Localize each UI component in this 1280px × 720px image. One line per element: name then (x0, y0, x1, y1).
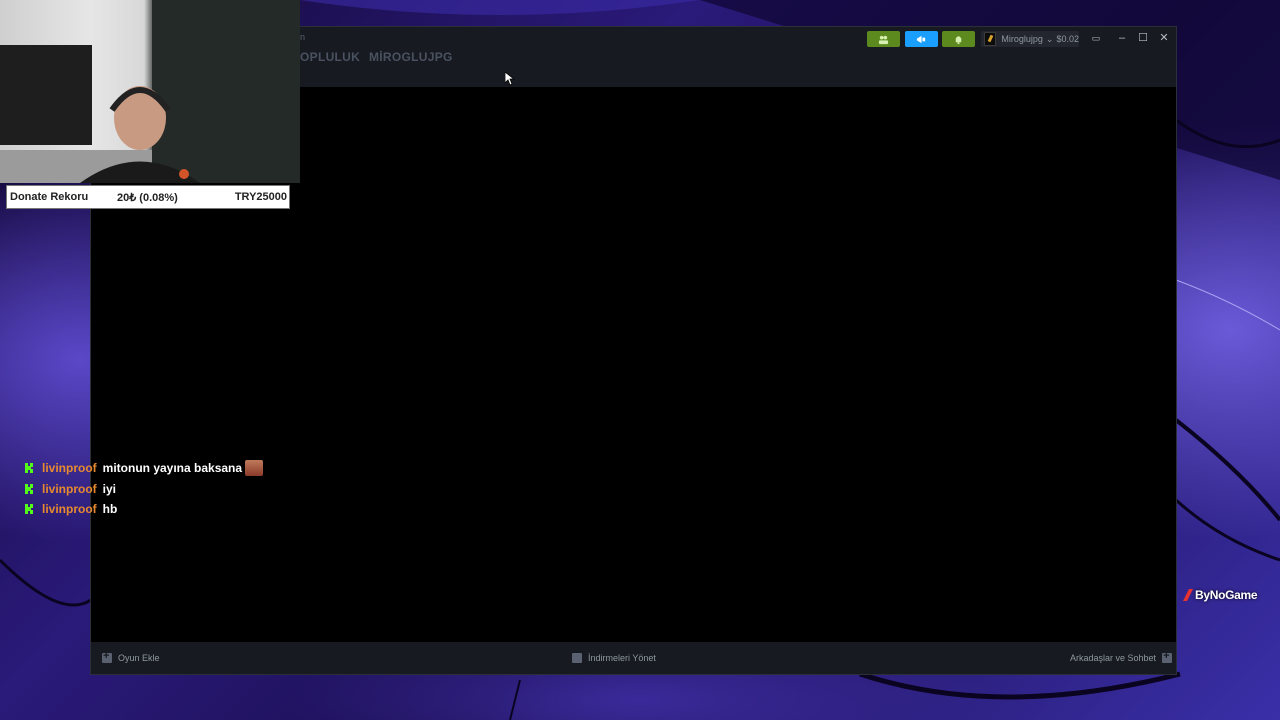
add-game-label: Oyun Ekle (118, 653, 160, 663)
announcements-button[interactable] (905, 31, 938, 47)
chevron-down-icon: ⌄ (1045, 33, 1054, 44)
webcam-feed (0, 0, 300, 183)
download-icon (572, 653, 582, 663)
mouse-cursor-icon (505, 72, 515, 86)
donate-label: Donate Rekoru (10, 191, 89, 203)
avatar (984, 32, 997, 46)
bynogame-watermark: ByNoGame (1183, 588, 1258, 602)
wallet-balance: $0.02 (1056, 34, 1079, 44)
chat-username: livinproof (42, 461, 97, 475)
chat-add-icon (1162, 650, 1173, 663)
announcement-icon (916, 35, 926, 43)
manage-downloads-button[interactable]: İndirmeleri Yönet (572, 653, 656, 663)
kick-badge-icon (25, 504, 33, 514)
manage-downloads-label: İndirmeleri Yönet (588, 653, 656, 663)
account-menu[interactable]: Miroglujpg ⌄ $0.02 (981, 31, 1079, 47)
big-picture-icon[interactable]: ▭ (1087, 30, 1105, 46)
account-name: Miroglujpg (1001, 34, 1043, 44)
chat-text: hb (102, 502, 118, 516)
window-title: n (300, 32, 306, 42)
kick-badge-icon (25, 484, 33, 494)
friends-icon (878, 35, 889, 44)
menu-community[interactable]: OPLULUK (300, 50, 360, 64)
plus-icon (102, 650, 112, 663)
bell-icon (955, 35, 962, 44)
chat-username: livinproof (42, 482, 97, 496)
friends-button[interactable] (867, 31, 900, 47)
status-bar: Oyun Ekle İndirmeleri Yönet Arkadaşlar v… (91, 642, 1176, 674)
webcam-overlay (0, 0, 300, 183)
notifications-button[interactable] (942, 31, 975, 47)
menu-profile[interactable]: MİROGLUJPG (369, 50, 453, 64)
close-button[interactable]: ✕ (1155, 30, 1173, 46)
chat-message: livinproof iyi (24, 480, 116, 498)
bynogame-logo-icon (1183, 589, 1193, 601)
chat-text: mitonun yayına baksana (102, 461, 243, 475)
chat-username: livinproof (42, 502, 97, 516)
kick-badge-icon (25, 463, 33, 473)
donate-record-widget: Donate Rekoru 20₺ (0.08%) TRY25000 (6, 185, 290, 209)
chat-message: livinproof hb (24, 500, 117, 518)
add-game-button[interactable]: Oyun Ekle (102, 650, 160, 663)
friends-chat-label: Arkadaşlar ve Sohbet (1070, 653, 1157, 663)
friends-chat-button[interactable]: Arkadaşlar ve Sohbet (1070, 650, 1173, 663)
donate-amount: 20₺ (0.08%) (117, 192, 178, 204)
donate-goal: TRY25000 (234, 191, 287, 203)
chat-text: iyi (102, 482, 117, 496)
chat-message: livinproof mitonun yayına baksana (24, 459, 264, 477)
emote-icon (245, 460, 264, 476)
maximize-button[interactable]: ☐ (1134, 30, 1152, 46)
watermark-text: ByNoGame (1195, 588, 1258, 602)
minimize-button[interactable]: – (1113, 30, 1131, 46)
